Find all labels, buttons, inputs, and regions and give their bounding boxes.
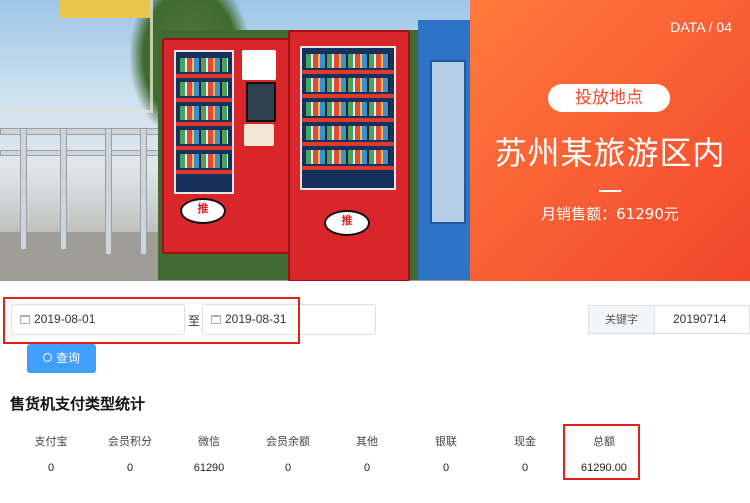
data-tag: DATA / 04 — [670, 19, 732, 35]
header-member-balance: 会员余额 — [266, 435, 310, 448]
location-title: 苏州某旅游区内 — [494, 134, 726, 172]
railing-post — [140, 128, 147, 255]
railing-post — [60, 128, 67, 250]
value-wechat: 61290 — [193, 462, 225, 474]
divider-dash — [599, 190, 621, 192]
header-other: 其他 — [356, 435, 378, 448]
value-alipay: 0 — [47, 462, 55, 474]
location-banner: 推 推 DATA / 04 投放地点 苏州某旅游区内 月销售额：61290元 — [0, 0, 750, 281]
keyword-label: 关键字 — [588, 305, 654, 334]
ride-roof-image — [60, 0, 150, 18]
total-highlight — [563, 424, 640, 480]
machine-logo-badge: 推 — [324, 210, 370, 236]
booth-window-image — [430, 60, 466, 224]
value-cash: 0 — [521, 462, 529, 474]
machine-payment-panel — [244, 124, 274, 146]
header-cash: 现金 — [514, 435, 536, 448]
value-unionpay: 0 — [442, 462, 450, 474]
monthly-sales-text: 月销售额：61290元 — [541, 205, 679, 223]
machine-logo-badge: 推 — [180, 198, 226, 224]
value-member-balance: 0 — [284, 462, 292, 474]
header-wechat: 微信 — [198, 435, 220, 448]
header-alipay: 支付宝 — [34, 435, 68, 448]
value-other: 0 — [363, 462, 371, 474]
machine-screen — [246, 82, 276, 122]
vending-machine-photo: 推 推 — [0, 0, 470, 281]
vending-machine-right: 推 — [288, 30, 410, 281]
machine-label-panel — [242, 50, 276, 80]
header-unionpay: 银联 — [435, 435, 457, 448]
machine-glass — [174, 50, 234, 194]
value-member-points: 0 — [126, 462, 134, 474]
query-button[interactable]: 查询 — [27, 344, 96, 373]
machine-glass — [300, 46, 396, 190]
query-button-label: 查询 — [55, 351, 80, 365]
search-icon — [42, 353, 52, 362]
location-info-panel: DATA / 04 投放地点 苏州某旅游区内 月销售额：61290元 — [470, 0, 750, 281]
placement-label-pill: 投放地点 — [548, 84, 670, 112]
stats-title: 售货机支付类型统计 — [10, 395, 146, 413]
vending-machine-left: 推 — [162, 38, 290, 254]
header-member-points: 会员积分 — [108, 435, 152, 448]
date-range-highlight — [3, 297, 300, 344]
railing-post — [105, 128, 112, 255]
railing-post — [20, 128, 27, 250]
keyword-input[interactable]: 20190714 — [654, 305, 750, 334]
